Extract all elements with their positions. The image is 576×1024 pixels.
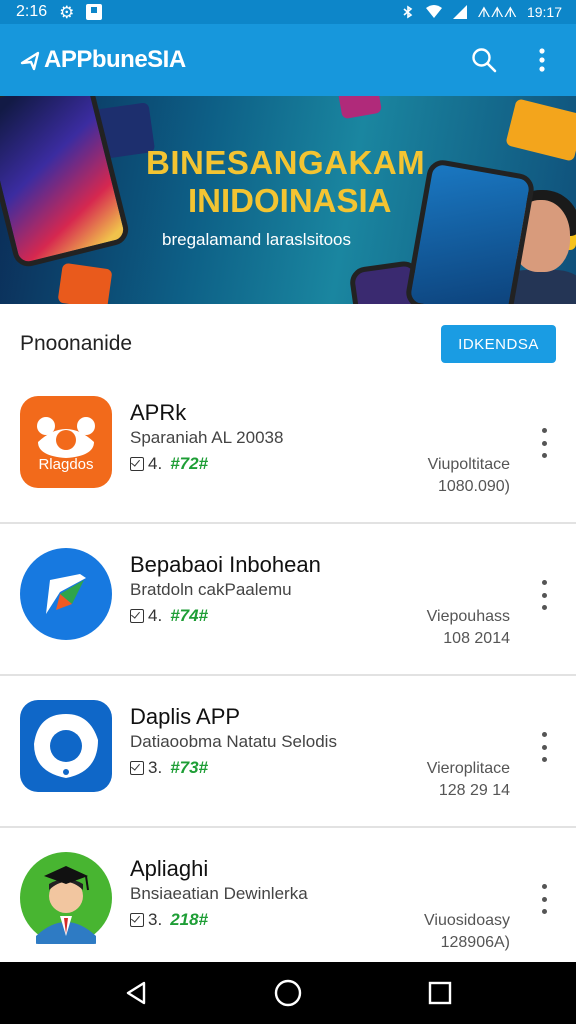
app-subtitle: Datiaoobma Natatu Selodis bbox=[130, 732, 337, 751]
ring-logo-icon bbox=[34, 714, 98, 778]
app-meta-line2: 128906A) bbox=[440, 934, 510, 951]
app-icon-label: Rlagdos bbox=[38, 456, 94, 473]
app-name: Daplis APP bbox=[130, 704, 241, 729]
rating-code: #72# bbox=[170, 454, 209, 473]
app-meta: Viuosidoasy 128906A) bbox=[424, 910, 510, 954]
app-subtitle: Sparaniah AL 20038 bbox=[130, 428, 284, 447]
banner-subtitle: bregalamand laraslsitoos bbox=[162, 230, 351, 249]
item-more-button[interactable] bbox=[536, 428, 552, 458]
recents-square-icon bbox=[428, 981, 452, 1005]
list-item[interactable]: Apliaghi Bnsiaeatian Dewinlerka 3. 218# … bbox=[0, 828, 576, 980]
check-box-icon bbox=[130, 609, 144, 623]
rating-code: #74# bbox=[170, 606, 209, 625]
wifi-icon bbox=[426, 5, 443, 18]
app-meta: Vieroplitace 128 29 14 bbox=[427, 758, 510, 802]
app-bar: APPbuneSIA bbox=[0, 24, 576, 96]
app-meta-line2: 1080.090) bbox=[437, 478, 510, 495]
item-more-button[interactable] bbox=[536, 884, 552, 914]
item-more-button[interactable] bbox=[536, 580, 552, 610]
app-meta-line1: Viuosidoasy bbox=[424, 912, 510, 929]
promo-banner[interactable]: BINESANGAKAM INIDOINASIA bregalamand lar… bbox=[0, 96, 576, 304]
app-subtitle: Bratdoln cakPaalemu bbox=[130, 580, 292, 599]
app-icon: Rlagdos bbox=[20, 396, 112, 488]
app-icon bbox=[20, 852, 112, 944]
app-icon bbox=[20, 548, 112, 640]
app-logo[interactable]: APPbuneSIA bbox=[20, 46, 186, 74]
notification-icon bbox=[86, 4, 103, 20]
search-button[interactable] bbox=[470, 46, 498, 74]
banner-decor-card bbox=[57, 262, 113, 304]
rating-value: 3. bbox=[148, 758, 163, 777]
more-vert-icon bbox=[539, 48, 545, 72]
section-header: Pnoonanide IDKENDSA bbox=[0, 318, 576, 370]
check-box-icon bbox=[130, 913, 144, 927]
app-subtitle: Bnsiaeatian Dewinlerka bbox=[130, 884, 308, 903]
section-action-button[interactable]: IDKENDSA bbox=[441, 325, 556, 363]
app-rating: 4. #74# bbox=[130, 606, 208, 626]
app-meta: Viepouhass 108 2014 bbox=[427, 606, 510, 650]
nav-home-button[interactable] bbox=[268, 973, 308, 1013]
app-meta-line2: 108 2014 bbox=[443, 630, 510, 647]
home-circle-icon bbox=[274, 979, 302, 1007]
app-rating: 3. 218# bbox=[130, 910, 208, 930]
search-icon bbox=[472, 48, 497, 73]
item-more-button[interactable] bbox=[536, 732, 552, 762]
check-box-icon bbox=[130, 761, 144, 775]
status-bar: 2:16 ⚙ ᗑᗑᗑ 19:17 bbox=[0, 0, 576, 24]
list-item[interactable]: Daplis APP Datiaoobma Natatu Selodis 3. … bbox=[0, 676, 576, 828]
list-item[interactable]: Rlagdos APRk Sparaniah AL 20038 4. #72# … bbox=[0, 372, 576, 524]
back-triangle-icon bbox=[126, 981, 146, 1005]
banner-title-line2: INIDOINASIA bbox=[188, 182, 392, 219]
app-list: Rlagdos APRk Sparaniah AL 20038 4. #72# … bbox=[0, 372, 576, 980]
bear-face-icon bbox=[37, 417, 95, 458]
system-nav-bar bbox=[0, 962, 576, 1024]
app-name: APRk bbox=[130, 400, 187, 425]
app-meta-line1: Viepouhass bbox=[426, 608, 510, 625]
signal-icon bbox=[453, 5, 468, 19]
status-time: 2:16 bbox=[16, 3, 48, 20]
app-title: APPbuneSIA bbox=[44, 46, 186, 73]
banner-decor-card bbox=[505, 98, 576, 162]
logo-arrow-icon bbox=[20, 51, 40, 71]
status-battery-text: ᗑᗑᗑ bbox=[477, 3, 517, 20]
rating-value: 4. bbox=[148, 454, 163, 473]
graduate-avatar-icon bbox=[20, 852, 112, 944]
rating-code: #73# bbox=[170, 758, 209, 777]
list-item[interactable]: Bepabaoi Inbohean Bratdoln cakPaalemu 4.… bbox=[0, 524, 576, 676]
app-name: Apliaghi bbox=[130, 856, 209, 881]
nav-back-button[interactable] bbox=[116, 973, 156, 1013]
status-clock: 19:17 bbox=[526, 4, 562, 20]
app-icon bbox=[20, 700, 112, 792]
app-name: Bepabaoi Inbohean bbox=[130, 552, 321, 577]
banner-decor-card bbox=[337, 96, 383, 120]
rating-code: 218# bbox=[170, 910, 209, 929]
app-rating: 4. #72# bbox=[130, 454, 208, 474]
arrow-logo-icon bbox=[20, 548, 112, 640]
app-meta-line1: Vieroplitace bbox=[426, 760, 510, 777]
check-box-icon bbox=[130, 457, 144, 471]
rating-value: 4. bbox=[148, 606, 163, 625]
section-title: Pnoonanide bbox=[20, 332, 133, 355]
settings-notification-icon: ⚙ bbox=[59, 2, 75, 22]
app-rating: 3. #73# bbox=[130, 758, 208, 778]
overflow-menu-button[interactable] bbox=[528, 46, 556, 74]
banner-title: BINESANGAKAM bbox=[146, 144, 426, 181]
bluetooth-icon bbox=[403, 5, 413, 19]
nav-recents-button[interactable] bbox=[420, 973, 460, 1013]
rating-value: 3. bbox=[148, 910, 163, 929]
app-meta-line1: Viupoltitace bbox=[427, 456, 510, 473]
app-meta: Viupoltitace 1080.090) bbox=[428, 454, 510, 498]
app-meta-line2: 128 29 14 bbox=[438, 782, 510, 799]
